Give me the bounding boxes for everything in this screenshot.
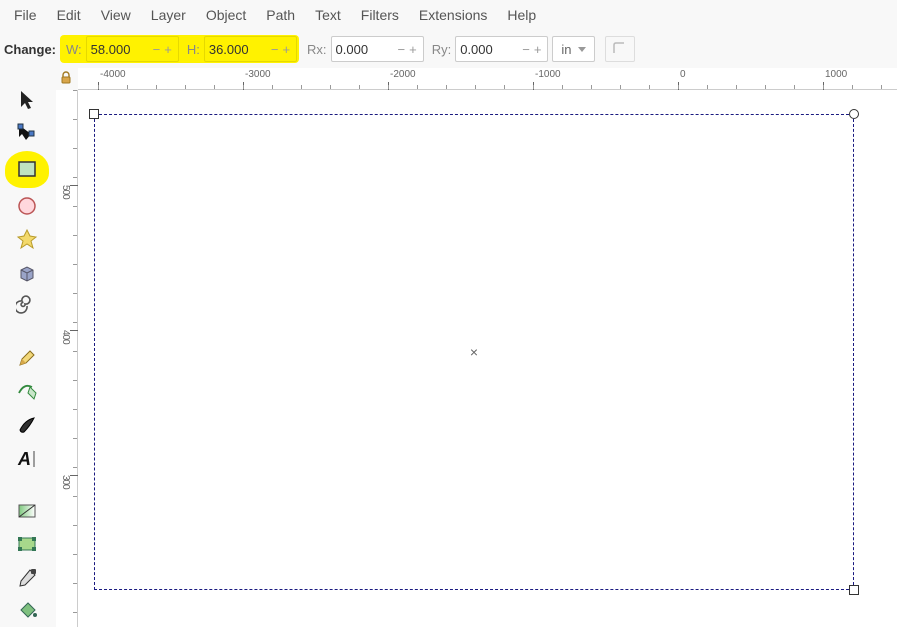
circle-icon	[16, 195, 38, 217]
vertical-ruler[interactable]: 500 400 300	[56, 90, 78, 627]
dropper-tool[interactable]	[8, 562, 46, 593]
mesh-icon	[16, 533, 38, 555]
unit-value: in	[561, 42, 571, 57]
bucket-icon	[16, 600, 38, 622]
ruler-h-tick: -2000	[390, 69, 416, 80]
menu-help[interactable]: Help	[497, 3, 546, 27]
gradient-tool[interactable]	[8, 495, 46, 526]
height-decrement[interactable]: −	[269, 42, 281, 57]
height-increment[interactable]: +	[280, 42, 292, 57]
3d-box-tool[interactable]	[8, 257, 46, 288]
menu-view[interactable]: View	[91, 3, 141, 27]
ruler-v-tick: 400	[60, 330, 71, 344]
center-mark-icon: ×	[470, 344, 478, 360]
selector-tool[interactable]	[8, 84, 46, 115]
corner-radius-handle[interactable]	[849, 109, 859, 119]
spiral-tool[interactable]	[8, 290, 46, 321]
ry-increment[interactable]: +	[532, 42, 544, 57]
node-edit-icon	[16, 122, 38, 144]
width-label: W:	[66, 42, 82, 57]
cursor-icon	[17, 89, 37, 111]
menu-path[interactable]: Path	[256, 3, 305, 27]
rx-input[interactable]	[336, 42, 396, 57]
ry-input[interactable]	[460, 42, 520, 57]
menu-filters[interactable]: Filters	[351, 3, 409, 27]
spiral-icon	[16, 295, 38, 317]
height-input[interactable]	[209, 42, 269, 57]
ry-field[interactable]: − +	[455, 36, 548, 62]
ruler-v-tick: 300	[60, 475, 71, 489]
menu-object[interactable]: Object	[196, 3, 256, 27]
pencil-tool[interactable]	[8, 343, 46, 374]
ruler-h-tick: -1000	[535, 69, 561, 80]
text-icon: A	[16, 448, 38, 470]
width-increment[interactable]: +	[162, 42, 174, 57]
menu-file[interactable]: File	[4, 3, 47, 27]
ry-label: Ry:	[432, 42, 452, 57]
canvas[interactable]: ×	[78, 90, 897, 627]
ruler-h-tick: -3000	[245, 69, 271, 80]
bezier-tool[interactable]	[8, 376, 46, 407]
paint-bucket-tool[interactable]	[8, 595, 46, 626]
ruler-h-tick: -4000	[100, 69, 126, 80]
calligraphy-tool[interactable]	[8, 409, 46, 440]
eyedropper-icon	[16, 567, 38, 589]
menu-extensions[interactable]: Extensions	[409, 3, 497, 27]
corner-reset-icon	[612, 42, 628, 56]
svg-text:A: A	[17, 449, 31, 469]
selected-rectangle[interactable]: ×	[94, 114, 854, 590]
chevron-down-icon	[578, 47, 586, 52]
width-field[interactable]: − +	[86, 36, 179, 62]
height-label: H:	[187, 42, 200, 57]
lock-icon[interactable]	[58, 70, 74, 86]
brush-icon	[16, 414, 38, 436]
height-field[interactable]: − +	[204, 36, 297, 62]
cube-icon	[16, 262, 38, 284]
rectangle-tool[interactable]	[5, 151, 49, 188]
pen-icon	[16, 381, 38, 403]
node-tool[interactable]	[8, 117, 46, 148]
ry-decrement[interactable]: −	[520, 42, 532, 57]
menu-text[interactable]: Text	[305, 3, 351, 27]
pencil-icon	[16, 347, 38, 369]
unit-select[interactable]: in	[552, 36, 594, 62]
ruler-h-tick: 0	[680, 69, 686, 80]
rx-increment[interactable]: +	[407, 42, 419, 57]
ellipse-tool[interactable]	[8, 190, 46, 221]
gradient-icon	[16, 500, 38, 522]
menu-layer[interactable]: Layer	[141, 3, 196, 27]
ruler-v-tick: 500	[60, 185, 71, 199]
width-decrement[interactable]: −	[151, 42, 163, 57]
ruler-h-tick: 1000	[825, 69, 847, 80]
resize-handle-top-left[interactable]	[89, 109, 99, 119]
toolbox: A	[0, 80, 54, 627]
rx-decrement[interactable]: −	[396, 42, 408, 57]
mesh-tool[interactable]	[8, 529, 46, 560]
menu-bar: File Edit View Layer Object Path Text Fi…	[0, 0, 897, 30]
resize-handle-bottom-right[interactable]	[849, 585, 859, 595]
text-tool[interactable]: A	[8, 443, 46, 474]
menu-edit[interactable]: Edit	[47, 3, 91, 27]
rectangle-icon	[16, 158, 38, 180]
width-input[interactable]	[91, 42, 151, 57]
rx-field[interactable]: − +	[331, 36, 424, 62]
tool-options-bar: Change: W: − + H: − + Rx: − + Ry: − + in	[0, 30, 897, 68]
star-tool[interactable]	[8, 223, 46, 254]
change-label: Change:	[4, 42, 56, 57]
rx-label: Rx:	[307, 42, 327, 57]
horizontal-ruler[interactable]: -4000 -3000 -2000 -1000 0 1000	[78, 68, 897, 90]
reset-corner-button[interactable]	[605, 36, 635, 62]
star-icon	[16, 228, 38, 250]
